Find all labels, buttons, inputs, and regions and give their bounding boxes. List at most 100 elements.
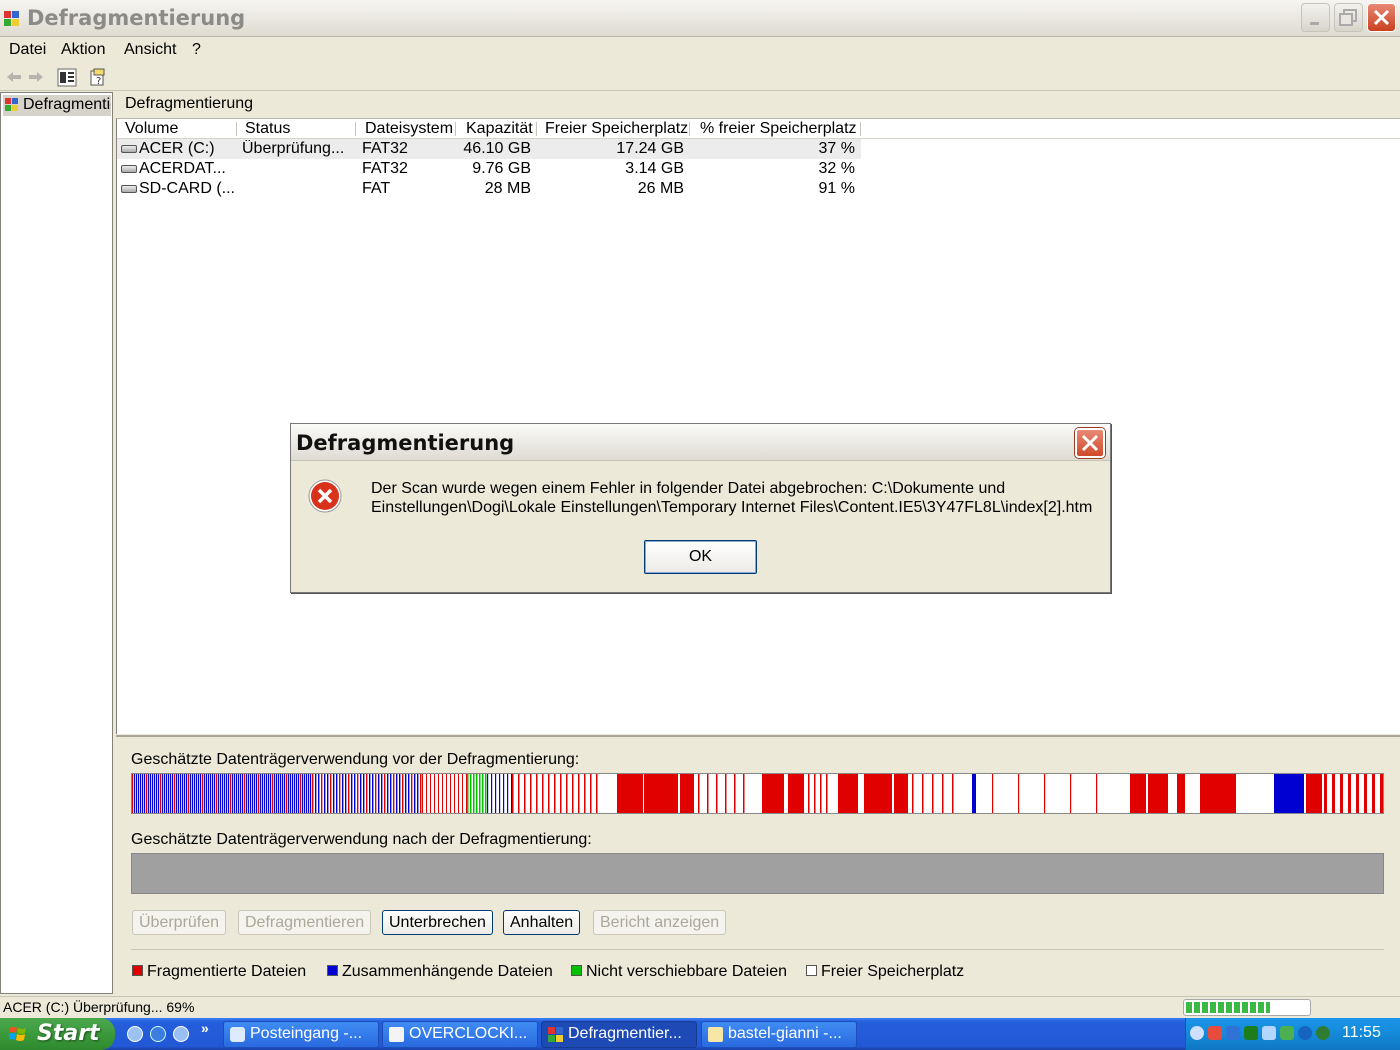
cluster-stripe	[284, 774, 286, 813]
disk-usage-before-bar	[131, 773, 1384, 814]
error-icon	[308, 479, 342, 513]
show-report-button[interactable]: Bericht anzeigen	[593, 910, 727, 935]
menu-help[interactable]: ?	[192, 41, 201, 59]
back-arrow-icon[interactable]	[4, 68, 24, 87]
column-separator[interactable]	[860, 122, 861, 136]
cluster-stripe	[438, 774, 439, 813]
column-filesystem[interactable]: Dateisystem	[365, 120, 453, 138]
cluster-stripe	[244, 774, 246, 813]
internet-explorer-icon[interactable]	[150, 1026, 166, 1042]
menu-ansicht[interactable]: Ansicht	[124, 41, 176, 59]
document-icon	[708, 1027, 723, 1042]
task-button-overclocking[interactable]: OVERCLOCKI...	[382, 1021, 538, 1048]
cluster-stripe	[252, 774, 254, 813]
browser-page-icon	[389, 1027, 404, 1042]
maximize-button[interactable]	[1334, 3, 1363, 32]
cluster-stripe	[442, 774, 443, 813]
cluster-stripe	[336, 774, 338, 813]
column-volume[interactable]: Volume	[125, 120, 178, 138]
minimize-button[interactable]	[1301, 3, 1330, 32]
tree-item-defragmentierung[interactable]: Defragmentierung	[3, 95, 111, 116]
cluster-stripe	[310, 774, 312, 813]
cluster-stripe	[417, 774, 419, 813]
status-text: ACER (C:) Überprüfung... 69%	[3, 999, 195, 1015]
cell-free-space: 3.14 GB	[625, 160, 684, 177]
column-separator[interactable]	[689, 122, 690, 136]
cluster-stripe	[292, 774, 294, 813]
dialog-close-button[interactable]	[1075, 428, 1105, 458]
cluster-stripe	[242, 774, 244, 813]
dialog-titlebar[interactable]: Defragmentierung	[291, 424, 1110, 461]
cpu-speed-icon[interactable]	[1226, 1026, 1240, 1040]
column-status[interactable]: Status	[245, 120, 290, 138]
cluster-stripe	[992, 774, 994, 813]
menu-datei[interactable]: Datei	[9, 41, 46, 59]
tree-item-label: Defragmentierung	[23, 96, 111, 113]
task-button-defragmentierung[interactable]: Defragmentier...	[541, 1021, 697, 1048]
cluster-stripe	[156, 774, 158, 813]
column-separator[interactable]	[355, 122, 356, 136]
tree-pane: Defragmentierung ◀ ||| ▶	[0, 92, 113, 994]
cell-capacity: 28 MB	[484, 180, 531, 197]
task-button-bastel-gianni[interactable]: bastel-gianni -...	[701, 1021, 857, 1048]
cluster-stripe	[596, 774, 598, 813]
check-button[interactable]: Überprüfen	[132, 910, 227, 935]
cluster-stripe	[188, 774, 190, 813]
task-button-posteingang[interactable]: Posteingang -...	[223, 1021, 379, 1048]
cluster-stripe	[132, 774, 134, 813]
show-hide-tree-icon[interactable]	[57, 68, 77, 87]
network-meter-icon[interactable]	[1244, 1026, 1258, 1040]
table-row[interactable]: SD-CARD (... FAT 28 MB 26 MB 91 %	[117, 179, 861, 199]
cluster-stripe	[499, 774, 501, 813]
cluster-stripe	[278, 774, 280, 813]
column-capacity[interactable]: Kapazität	[466, 120, 533, 138]
sync-icon[interactable]	[1316, 1026, 1330, 1040]
cluster-stripe	[286, 774, 288, 813]
close-button[interactable]	[1367, 3, 1396, 32]
cluster-stripe	[530, 774, 532, 813]
security-icon[interactable]	[1280, 1026, 1294, 1040]
cluster-stripe	[308, 774, 310, 813]
cluster-stripe	[476, 774, 478, 813]
cluster-stripe	[226, 774, 228, 813]
cluster-stripe	[518, 774, 520, 813]
cluster-stripe	[408, 774, 410, 813]
legend-label-contiguous: Zusammenhängende Dateien	[342, 963, 553, 980]
defragment-button[interactable]: Defragmentieren	[238, 910, 372, 935]
outlook-express-icon[interactable]	[173, 1026, 189, 1042]
cluster-stripe	[212, 774, 214, 813]
defrag-tree-icon	[5, 98, 18, 111]
cluster-stripe	[384, 774, 386, 813]
tray-app-icon[interactable]	[1208, 1026, 1222, 1040]
volume-icon[interactable]	[1262, 1026, 1276, 1040]
cluster-stripe	[402, 774, 404, 813]
start-button[interactable]: Start	[0, 1018, 115, 1050]
cluster-stripe	[482, 774, 484, 813]
interrupt-button[interactable]: Unterbrechen	[382, 910, 493, 935]
ok-button[interactable]: OK	[644, 540, 757, 574]
column-separator[interactable]	[455, 122, 456, 136]
forward-arrow-icon[interactable]	[26, 68, 46, 87]
cluster-stripe	[512, 774, 514, 813]
after-defrag-label: Geschätzte Datenträgerverwendung nach de…	[131, 831, 592, 848]
menu-aktion[interactable]: Aktion	[61, 41, 105, 59]
show-desktop-icon[interactable]	[127, 1026, 143, 1042]
table-row[interactable]: ACERDAT... FAT32 9.76 GB 3.14 GB 32 %	[117, 159, 861, 179]
cluster-stripe	[942, 774, 944, 813]
column-percent-free[interactable]: % freier Speicherplatz	[700, 120, 857, 138]
cluster-stripe	[399, 774, 401, 813]
cluster-stripe	[378, 774, 380, 813]
table-row[interactable]: ACER (C:) Überprüfung... FAT32 46.10 GB …	[117, 139, 861, 159]
column-separator[interactable]	[536, 122, 537, 136]
quicklaunch-more-icon[interactable]: »	[201, 1020, 209, 1036]
column-separator[interactable]	[236, 122, 237, 136]
cluster-stripe	[345, 774, 347, 813]
cluster-stripe	[524, 774, 526, 813]
properties-icon[interactable]: ?	[88, 68, 108, 87]
column-free-space[interactable]: Freier Speicherplatz	[545, 120, 688, 138]
tray-expand-icon[interactable]	[1190, 1026, 1204, 1040]
cluster-stripe	[1324, 774, 1327, 813]
cluster-stripe	[321, 774, 323, 813]
pause-button[interactable]: Anhalten	[503, 910, 581, 935]
bluetooth-icon[interactable]	[1298, 1026, 1312, 1040]
